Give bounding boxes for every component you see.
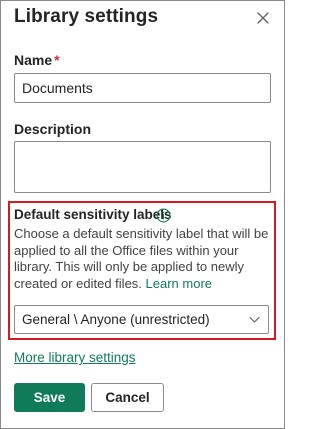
info-button[interactable] [156, 208, 171, 223]
more-library-settings-link[interactable]: More library settings [14, 350, 136, 365]
cancel-button[interactable]: Cancel [91, 383, 164, 412]
name-label-text: Name [14, 52, 53, 68]
sensitivity-description-text: Choose a default sensitivity label that … [14, 226, 269, 291]
info-icon [156, 208, 171, 223]
library-settings-panel: Library settings Name* Description Defau… [0, 0, 285, 429]
chevron-down-icon [249, 316, 260, 324]
sensitivity-title: Default sensitivity labels [14, 207, 172, 222]
learn-more-link[interactable]: Learn more [146, 276, 212, 291]
save-button[interactable]: Save [14, 383, 85, 412]
sensitivity-label-dropdown[interactable]: General \ Anyone (unrestricted) [14, 305, 269, 334]
name-input[interactable] [14, 73, 271, 103]
selected-label-value: General \ Anyone (unrestricted) [22, 312, 210, 327]
panel-title: Library settings [14, 6, 159, 27]
name-label: Name * [14, 52, 60, 68]
sensitivity-description: Choose a default sensitivity label that … [14, 226, 274, 292]
close-button[interactable] [254, 9, 272, 27]
description-textarea[interactable] [14, 141, 271, 193]
required-marker: * [54, 52, 60, 68]
description-label: Description [14, 121, 92, 137]
close-icon [257, 12, 269, 24]
